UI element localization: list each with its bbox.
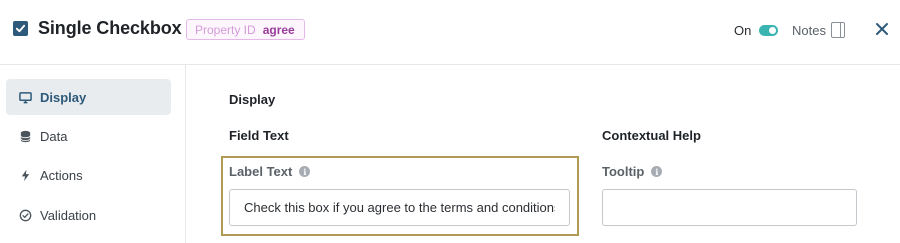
notes-panel-icon[interactable] xyxy=(831,22,845,38)
settings-sidebar: Display Data Actions Validation xyxy=(0,65,186,243)
info-icon[interactable]: i xyxy=(299,166,311,177)
notes-label[interactable]: Notes xyxy=(792,23,826,38)
panel-header: Single Checkbox Property ID agree On Not… xyxy=(0,0,900,65)
property-id-key: Property ID xyxy=(195,22,256,37)
database-icon xyxy=(18,129,32,143)
tooltip-field-label: Tooltip i xyxy=(602,164,663,179)
sidebar-item-label: Validation xyxy=(40,207,97,223)
sidebar-item-label: Data xyxy=(40,128,68,144)
section-title: Display xyxy=(229,92,276,107)
tooltip-input[interactable] xyxy=(602,189,857,226)
label-text-label: Label Text xyxy=(229,164,293,179)
checkbox-icon xyxy=(13,21,28,36)
monitor-icon xyxy=(18,90,32,104)
info-icon[interactable]: i xyxy=(651,166,663,177)
sidebar-item-data[interactable]: Data xyxy=(6,118,171,154)
sidebar-item-label: Actions xyxy=(40,167,83,183)
contextual-help-heading: Contextual Help xyxy=(602,128,701,143)
label-text-input[interactable] xyxy=(229,189,570,226)
sidebar-item-label: Display xyxy=(40,89,87,105)
property-id-badge[interactable]: Property ID agree xyxy=(186,19,305,40)
enabled-toggle[interactable] xyxy=(759,25,778,36)
lightning-icon xyxy=(18,168,32,182)
sidebar-item-display[interactable]: Display xyxy=(6,79,171,115)
check-circle-icon xyxy=(18,208,32,222)
close-icon[interactable] xyxy=(875,22,889,36)
field-text-heading: Field Text xyxy=(229,128,289,143)
label-text-field-label: Label Text i xyxy=(229,164,311,179)
component-title: Single Checkbox xyxy=(38,18,182,38)
on-label: On xyxy=(734,23,752,38)
sidebar-item-actions[interactable]: Actions xyxy=(6,157,171,193)
tooltip-label: Tooltip xyxy=(602,164,645,179)
sidebar-item-validation[interactable]: Validation xyxy=(6,197,171,233)
property-id-value: agree xyxy=(262,22,295,37)
